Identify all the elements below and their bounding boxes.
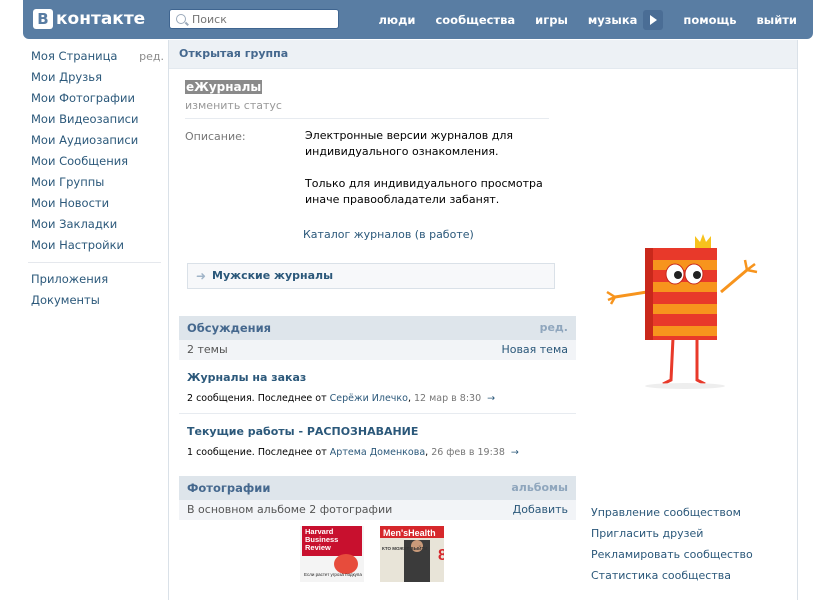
photo-thumbnail-hbr[interactable]: Harvard Business Review Если растет угро… [300, 526, 364, 582]
wiki-page-label[interactable]: Мужские журналы [212, 264, 333, 288]
photos-title[interactable]: Фотографии [187, 476, 270, 500]
go-arrow-icon[interactable]: → [511, 447, 519, 458]
topic-meta: 1 сообщение. Последнее от Артема Доменко… [187, 447, 519, 458]
manage-community-link[interactable]: Управление сообществом [591, 502, 753, 523]
topic-meta-text: 2 сообщения. Последнее от [187, 393, 327, 404]
topic-meta-text: 1 сообщение. Последнее от [187, 447, 327, 458]
group-title: еЖурналы [185, 80, 263, 94]
menu-my-photos[interactable]: Мои Фотографии [31, 88, 164, 109]
topic-date: 12 мар в 8:30 [414, 393, 482, 404]
search-icon [176, 14, 186, 24]
nav-games[interactable]: игры [535, 13, 568, 27]
photo-thumbnail-menshealth[interactable]: Men'sHealth 8 КТО МОЖЕТ ВЫЙТИ [380, 526, 444, 582]
nav-help[interactable]: помощь [683, 13, 736, 27]
nav-logout[interactable]: выйти [757, 13, 797, 27]
discussions-header[interactable]: Обсуждения ред. [179, 316, 576, 340]
discussions-title[interactable]: Обсуждения [187, 316, 271, 340]
menu-documents[interactable]: Документы [31, 290, 164, 311]
topic-author[interactable]: Артема Доменкова [330, 447, 425, 458]
description-label: Описание: [185, 130, 246, 143]
menu-label[interactable]: Мои Закладки [31, 214, 117, 235]
group-type-bar: Открытая группа [169, 40, 797, 69]
cover-tagline: Если растет угроза подкупа [304, 572, 362, 577]
menu-label[interactable]: Мои Сообщения [31, 151, 128, 172]
new-topic-link[interactable]: Новая тема [501, 340, 568, 360]
topic-title[interactable]: Текущие работы - РАСПОЗНАВАНИЕ [187, 425, 575, 438]
topic-author[interactable]: Серёжи Илечко [330, 393, 408, 404]
logo-text: контакте [56, 9, 146, 29]
add-photo-link[interactable]: Добавить [513, 500, 568, 520]
menu-divider [28, 262, 161, 263]
topics-count: 2 темы [187, 343, 228, 356]
topic-item: Текущие работы - РАСПОЗНАВАНИЕ 1 сообщен… [187, 425, 575, 458]
divider [185, 118, 549, 119]
vk-logo[interactable]: В контакте [33, 7, 145, 31]
menu-label[interactable]: Моя Страница [31, 46, 117, 67]
menu-label[interactable]: Приложения [31, 269, 108, 290]
catalog-link[interactable]: Каталог журналов (в работе) [303, 228, 474, 241]
menu-my-settings[interactable]: Мои Настройки [31, 235, 164, 256]
left-menu: Моя Страница ред. Мои Друзья Мои Фотограф… [28, 46, 164, 311]
play-icon[interactable] [643, 9, 664, 30]
menu-edit-link[interactable]: ред. [139, 46, 164, 67]
nav-music[interactable]: музыка [588, 13, 638, 27]
group-actions: Управление сообществом Пригласить друзей… [591, 502, 753, 586]
cover-title-3: Review [305, 543, 331, 552]
nav-people[interactable]: люди [379, 13, 416, 27]
community-stats-link[interactable]: Статистика сообщества [591, 565, 753, 586]
menu-my-page[interactable]: Моя Страница ред. [31, 46, 164, 67]
menu-label[interactable]: Мои Настройки [31, 235, 124, 256]
nav-communities[interactable]: сообщества [435, 13, 515, 27]
menu-label[interactable]: Мои Новости [31, 193, 109, 214]
cover-brand: Men'sHealth [383, 528, 436, 538]
cover-number: 8 [438, 547, 444, 564]
menu-my-groups[interactable]: Мои Группы [31, 172, 164, 193]
menu-my-bookmarks[interactable]: Мои Закладки [31, 214, 164, 235]
group-page: Открытая группа еЖурналы изменить статус… [168, 40, 798, 600]
top-nav: люди сообщества игры музыка помощь выйти [359, 0, 797, 39]
menu-label[interactable]: Мои Фотографии [31, 88, 135, 109]
discussions-subbar: 2 темы Новая тема [179, 340, 576, 360]
wiki-page-link[interactable]: ➜ Мужские журналы [187, 263, 555, 289]
photos-header[interactable]: Фотографии альбомы [179, 476, 576, 500]
top-header: В контакте люди сообщества игры музыка п… [23, 0, 813, 39]
topic-item: Журналы на заказ 2 сообщения. Последнее … [187, 371, 575, 404]
menu-my-friends[interactable]: Мои Друзья [31, 67, 164, 88]
menu-my-news[interactable]: Мои Новости [31, 193, 164, 214]
logo-letter: В [33, 9, 53, 29]
albums-link[interactable]: альбомы [511, 476, 568, 500]
search-input[interactable] [192, 11, 332, 27]
photos-caption: В основном альбоме 2 фотографии [187, 503, 393, 516]
advertise-community-link[interactable]: Рекламировать сообщество [591, 544, 753, 565]
menu-my-videos[interactable]: Мои Видеозаписи [31, 109, 164, 130]
menu-label[interactable]: Мои Аудиозаписи [31, 130, 138, 151]
invite-friends-link[interactable]: Пригласить друзей [591, 523, 753, 544]
menu-apps[interactable]: Приложения [31, 269, 164, 290]
menu-label[interactable]: Мои Группы [31, 172, 104, 193]
divider [179, 413, 576, 414]
go-arrow-icon[interactable]: → [487, 393, 495, 404]
change-status-link[interactable]: изменить статус [185, 99, 282, 112]
arrow-right-icon: ➜ [196, 269, 207, 283]
search-box[interactable] [169, 9, 339, 29]
photos-subbar: В основном альбоме 2 фотографии Добавить [179, 500, 576, 520]
book-mascot-image [606, 234, 758, 389]
discussions-edit-link[interactable]: ред. [540, 316, 568, 340]
menu-label[interactable]: Документы [31, 290, 100, 311]
topic-title[interactable]: Журналы на заказ [187, 371, 575, 384]
menu-label[interactable]: Мои Видеозаписи [31, 109, 138, 130]
cover-tagline: КТО МОЖЕТ ВЫЙТИ [382, 544, 427, 551]
description-text-2: Только для индивидуального просмотра ина… [305, 177, 543, 206]
description-text-1: Электронные версии журналов для индивиду… [305, 129, 513, 158]
topic-date: 26 фев в 19:38 [431, 447, 505, 458]
menu-label[interactable]: Мои Друзья [31, 67, 102, 88]
menu-my-messages[interactable]: Мои Сообщения [31, 151, 164, 172]
topic-meta: 2 сообщения. Последнее от Серёжи Илечко,… [187, 393, 496, 404]
menu-my-audio[interactable]: Мои Аудиозаписи [31, 130, 164, 151]
